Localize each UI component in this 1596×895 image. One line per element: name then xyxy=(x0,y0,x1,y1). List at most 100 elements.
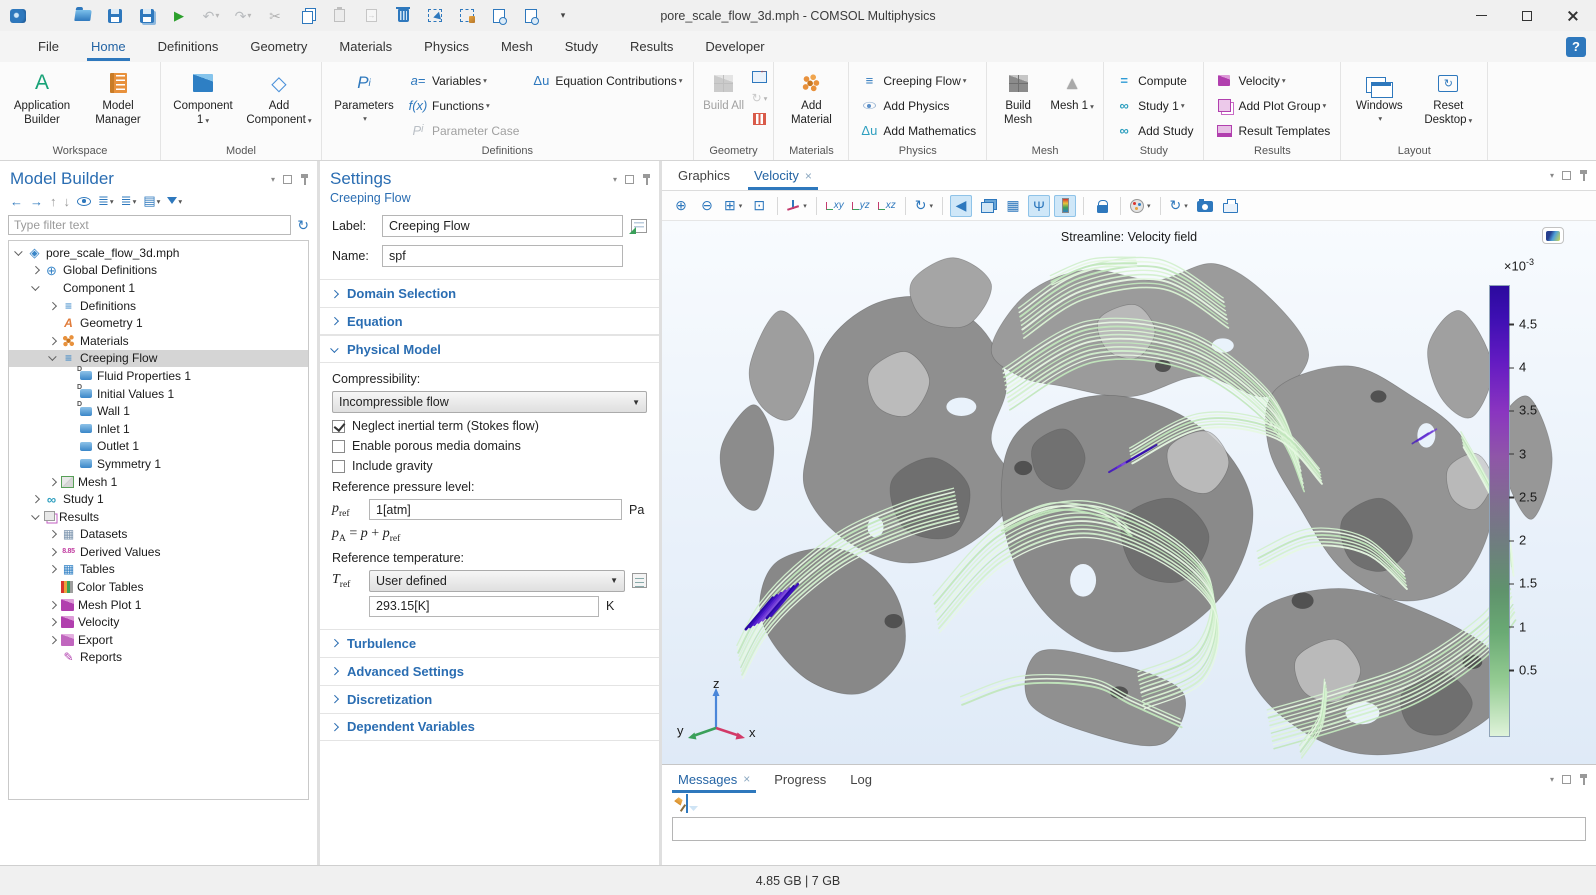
section-advanced-settings[interactable]: Advanced Settings xyxy=(320,657,659,685)
equation-contributions-button[interactable]: Δu Equation Contributions ▾ xyxy=(527,68,686,93)
checkbox-neglect-inertial-term-stokes-flow[interactable]: Neglect inertial term (Stokes flow) xyxy=(332,419,647,433)
expander-icon[interactable] xyxy=(47,563,59,575)
expander-icon[interactable] xyxy=(47,528,59,540)
expander-icon[interactable] xyxy=(47,616,59,628)
temperature-input[interactable] xyxy=(369,596,599,617)
add-material-button[interactable]: Add Material xyxy=(780,66,842,143)
tree-item-component-1[interactable]: Component 1 xyxy=(9,279,308,297)
add-study-button[interactable]: ∞ Add Study xyxy=(1110,118,1197,143)
view-yz-button[interactable]: yz xyxy=(850,195,872,217)
float-panel-icon[interactable] xyxy=(625,175,634,184)
float-panel-icon[interactable] xyxy=(1562,171,1571,180)
tree-item-results[interactable]: Results xyxy=(9,508,308,526)
variables-button[interactable]: a= Variables ▾ xyxy=(404,68,523,93)
open-file-button[interactable] xyxy=(70,5,96,27)
application-builder-button[interactable]: A Application Builder xyxy=(6,66,78,143)
tree-item-creeping-flow[interactable]: ≡Creeping Flow xyxy=(9,350,308,368)
menu-tab-study[interactable]: Study xyxy=(549,31,614,62)
component-1-button[interactable]: Component 1▾ xyxy=(167,66,239,143)
color-legend-button[interactable] xyxy=(1054,195,1076,217)
section-discretization[interactable]: Discretization xyxy=(320,685,659,713)
show-options-button[interactable] xyxy=(77,197,91,206)
name-input[interactable] xyxy=(382,245,623,267)
menu-tab-file[interactable]: File xyxy=(22,31,75,62)
tree-item-wall-1[interactable]: Wall 1 xyxy=(9,402,308,420)
float-panel-icon[interactable] xyxy=(1562,775,1571,784)
reference-temperature-select[interactable]: User defined ▼ xyxy=(369,570,625,592)
expander-icon[interactable] xyxy=(47,634,59,646)
menu-tab-home[interactable]: Home xyxy=(75,31,142,62)
run-button[interactable]: ▶ xyxy=(166,5,192,27)
section-domain-selection[interactable]: Domain Selection xyxy=(320,279,659,307)
add-component-button[interactable]: ◇ Add Component▾ xyxy=(243,66,315,143)
expander-icon[interactable] xyxy=(47,599,59,611)
grid-button[interactable]: ▦ xyxy=(1002,195,1024,217)
tree-item-tables[interactable]: ▦Tables xyxy=(9,561,308,579)
menu-tab-geometry[interactable]: Geometry xyxy=(234,31,323,62)
zoom-out-button[interactable]: ⊖ xyxy=(696,195,718,217)
print-button[interactable] xyxy=(1220,195,1242,217)
information-tab-log[interactable]: Log xyxy=(838,765,884,793)
refresh-icon[interactable]: ↻ xyxy=(297,217,309,234)
checkbox-enable-porous-media-domains[interactable]: Enable porous media domains xyxy=(332,439,647,453)
snapshot-button[interactable] xyxy=(1194,195,1216,217)
maximize-button[interactable] xyxy=(1504,0,1550,31)
menu-tab-definitions[interactable]: Definitions xyxy=(142,31,235,62)
save-button[interactable] xyxy=(102,5,128,27)
minimize-button[interactable] xyxy=(1458,0,1504,31)
find-button[interactable] xyxy=(518,5,544,27)
zoom-box-button[interactable]: ⊞▾ xyxy=(722,195,744,217)
delete-button[interactable] xyxy=(390,5,416,27)
tree-item-inlet-1[interactable]: Inlet 1 xyxy=(9,420,308,438)
transparency-button[interactable] xyxy=(976,195,998,217)
expander-icon[interactable] xyxy=(47,476,59,488)
back-button[interactable]: ← xyxy=(10,194,23,209)
expander-icon[interactable] xyxy=(47,352,59,364)
tree-item-geometry-1[interactable]: AGeometry 1 xyxy=(9,314,308,332)
orientation-axes-button[interactable]: Ψ xyxy=(1028,195,1050,217)
result-templates-button[interactable]: Result Templates xyxy=(1210,118,1334,143)
tree-item-derived-values[interactable]: 8.85Derived Values xyxy=(9,543,308,561)
zoom-extents-button[interactable]: ⊡ xyxy=(748,195,770,217)
section-dependent-variables[interactable]: Dependent Variables xyxy=(320,713,659,741)
panel-menu-icon[interactable]: ▾ xyxy=(271,175,275,184)
tree-item-definitions[interactable]: ≡Definitions xyxy=(9,297,308,315)
update-plot-button[interactable]: ↻▾ xyxy=(1168,195,1190,217)
section-equation[interactable]: Equation xyxy=(320,307,659,335)
panel-menu-icon[interactable]: ▾ xyxy=(1550,171,1554,180)
tree-item-pore-scale-flow-3d-mph[interactable]: ◈pore_scale_flow_3d.mph xyxy=(9,244,308,262)
graphics-tab-graphics[interactable]: Graphics xyxy=(666,161,742,190)
menu-tab-results[interactable]: Results xyxy=(614,31,689,62)
rotate-button[interactable]: ↻▾ xyxy=(913,195,935,217)
information-tab-messages[interactable]: Messages× xyxy=(666,765,762,793)
tree-item-reports[interactable]: ✎Reports xyxy=(9,649,308,667)
model-manager-button[interactable]: Model Manager xyxy=(82,66,154,143)
rename-button[interactable] xyxy=(631,219,647,233)
tree-item-color-tables[interactable]: Color Tables xyxy=(9,578,308,596)
node-text-button[interactable]: ▤▾ xyxy=(143,193,160,209)
information-tab-progress[interactable]: Progress xyxy=(762,765,838,793)
study-1-button[interactable]: ∞ Study 1 ▾ xyxy=(1110,93,1197,118)
expander-icon[interactable] xyxy=(30,493,42,505)
tree-item-outlet-1[interactable]: Outlet 1 xyxy=(9,438,308,456)
graphics-canvas[interactable]: Streamline: Velocity field 4.543.532.521… xyxy=(662,221,1596,764)
add-plot-group-button[interactable]: Add Plot Group ▾ xyxy=(1210,93,1334,118)
box-select-button[interactable] xyxy=(422,5,448,27)
more-commands-button[interactable]: ▾ xyxy=(550,5,576,27)
move-up-button[interactable]: ↑ xyxy=(50,194,57,209)
view-selection-button[interactable] xyxy=(486,5,512,27)
tree-item-datasets[interactable]: ▦Datasets xyxy=(9,526,308,544)
reset-desktop-button[interactable]: ↻ Reset Desktop▾ xyxy=(1415,66,1481,143)
filter-button[interactable]: ▾ xyxy=(167,194,182,209)
color-palette-button[interactable]: ▾ xyxy=(1128,195,1153,217)
parameters-button[interactable]: Pi Parameters ▾ xyxy=(328,66,400,143)
expander-icon[interactable] xyxy=(47,546,59,558)
forward-button[interactable]: → xyxy=(30,194,43,209)
save-as-button[interactable] xyxy=(134,5,160,27)
panel-menu-icon[interactable]: ▾ xyxy=(1550,775,1554,784)
menu-tab-materials[interactable]: Materials xyxy=(323,31,408,62)
section-turbulence[interactable]: Turbulence xyxy=(320,629,659,657)
clear-selection-button[interactable] xyxy=(454,5,480,27)
mesh-1-button[interactable]: ▲ Mesh 1▾ xyxy=(1047,66,1097,143)
message-settings-button[interactable] xyxy=(686,795,688,813)
